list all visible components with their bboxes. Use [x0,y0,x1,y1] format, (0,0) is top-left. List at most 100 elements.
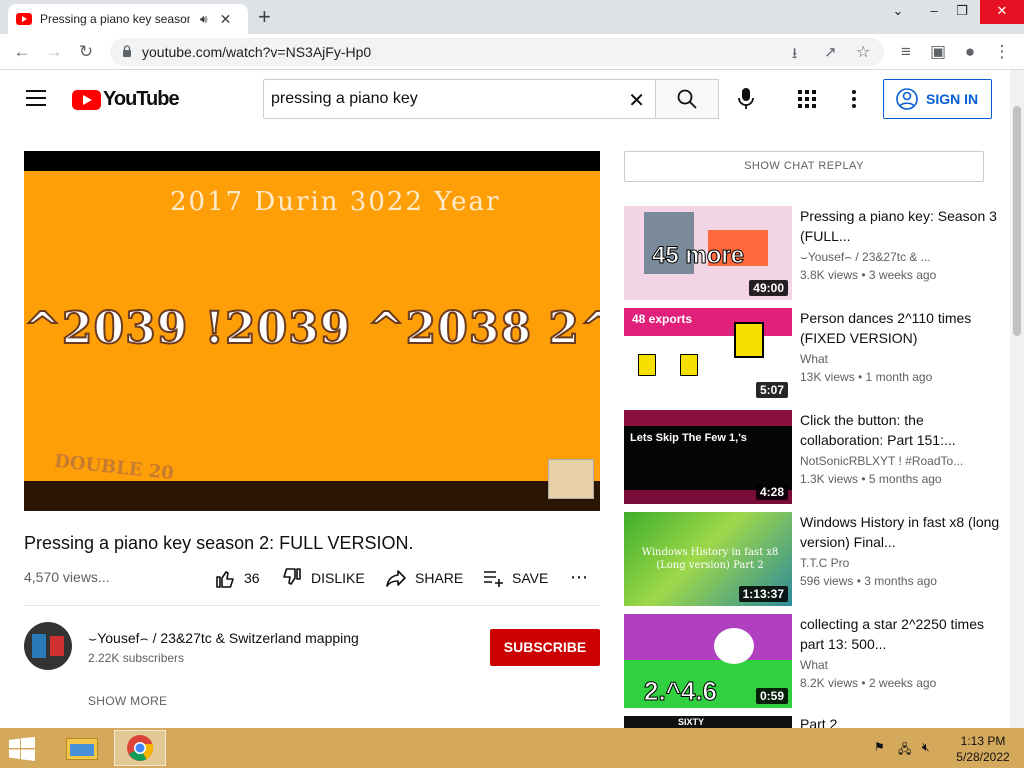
chrome-menu-icon[interactable]: ⋮ [990,40,1014,64]
forward-arrow-icon[interactable]: → [42,40,66,64]
back-arrow-icon[interactable]: ← [10,40,34,64]
network-icon[interactable]: 🖧︎ [898,740,911,761]
video-frame-text-mid: ^2039 !2039 ^2038 2^4 [24,302,600,355]
video-views[interactable]: 4,570 views... [24,569,110,585]
recommendation-thumbnail[interactable]: 48 exports 5:07 [624,308,792,402]
tab-title: Pressing a piano key season [40,12,190,26]
scrollbar-thumb[interactable] [1013,106,1021,336]
side-panel-icon[interactable]: ▣ [926,40,950,64]
speaker-icon[interactable]: 🔊︎ [200,12,208,27]
recommendation-channel[interactable]: What [800,352,828,366]
install-icon[interactable]: ⭳ [792,43,797,68]
recommendation-thumbnail[interactable]: SIXTY [624,716,792,728]
save-button[interactable]: SAVE [482,567,548,589]
video-duration: 49:00 [749,280,788,296]
recommendation-item[interactable]: Lets Skip The Few 1,'s 4:28 Click the bu… [624,410,1004,504]
address-bar[interactable]: youtube.com/watch?v=NS3AjFy-Hp0 ⭳ ↗ ☆ [110,38,884,66]
video-watermark-image [548,459,594,499]
reload-icon[interactable]: ↻ [74,40,98,64]
page-scrollbar[interactable] [1010,70,1024,728]
channel-avatar[interactable] [24,622,72,670]
hamburger-menu-icon[interactable] [26,90,46,106]
search-query: pressing a piano key [271,90,418,107]
browser-tab[interactable]: Pressing a piano key season 🔊︎ ✕ [8,4,248,34]
profile-icon[interactable]: ● [958,40,982,64]
show-more-button[interactable]: SHOW MORE [88,694,167,708]
windows-taskbar: ⚑ 🖧︎ 🔇︎ 1:13 PM 5/28/2022 [0,728,1024,768]
recommendation-thumbnail[interactable]: 2.^4.6 0:59 [624,614,792,708]
restore-button[interactable]: ❐ [944,0,980,24]
search-icon [677,89,697,109]
youtube-favicon-icon [16,13,32,25]
chrome-taskbar-icon[interactable] [114,730,166,766]
new-tab-button[interactable]: + [258,4,271,30]
share-button[interactable]: SHARE [385,567,463,589]
thumbnail-text: Lets Skip The Few 1,'s [630,432,747,444]
recommendation-channel[interactable]: T.T.C Pro [800,556,849,570]
settings-more-icon[interactable] [852,90,856,111]
close-window-button[interactable]: ✕ [980,0,1024,24]
recommendation-title[interactable]: Pressing a piano key: Season 3 (FULL... [800,206,1000,246]
recommendation-meta: 8.2K views • 2 weeks ago [800,676,937,690]
media-control-icon[interactable]: ≡ [894,40,918,64]
recommendation-meta: 596 views • 3 months ago [800,574,937,588]
thumbnail-text: Windows History in fast x8 (Long version… [641,547,779,571]
recommendation-item[interactable]: 2.^4.6 0:59 collecting a star 2^2250 tim… [624,614,1004,708]
recommendation-channel[interactable]: NotSonicRBLXYT ! #RoadTo... [800,454,963,468]
show-chat-replay-button[interactable]: SHOW CHAT REPLAY [624,151,984,182]
search-input[interactable]: pressing a piano key ✕ [263,79,656,119]
recommendation-item[interactable]: 48 exports 5:07 Person dances 2^110 time… [624,308,1004,402]
dislike-button[interactable]: DISLIKE [281,567,365,589]
recommendation-item[interactable]: 45 more 49:00 Pressing a piano key: Seas… [624,206,1004,300]
subscriber-count: 2.22K subscribers [88,651,185,665]
more-actions-icon[interactable]: ⋯ [570,567,589,588]
share-label: SHARE [415,570,464,586]
action-center-flag-icon[interactable]: ⚑ [874,740,885,754]
tab-search-chevron-icon[interactable]: ⌄ [880,0,916,24]
video-frame-text-top: 2017 Durin 3022 Year [170,187,501,217]
microphone-icon[interactable] [738,88,754,110]
youtube-logo-text: YouTube [103,88,180,110]
share-page-icon[interactable]: ↗ [824,43,837,61]
channel-name[interactable]: ⌣Yousef⌢ / 23&27tc & Switzerland mapping [88,630,359,647]
share-arrow-icon [386,570,406,587]
url-text: youtube.com/watch?v=NS3AjFy-Hp0 [142,44,372,60]
recommendation-title[interactable]: Click the button: the collaboration: Par… [800,410,1000,450]
video-duration: 0:59 [755,688,788,704]
apps-grid-icon[interactable] [798,90,816,108]
recommendation-title[interactable]: Windows History in fast x8 (long version… [800,512,1000,552]
windows-start-icon[interactable] [8,737,36,761]
close-tab-icon[interactable]: ✕ [220,11,232,28]
recommendation-meta: 1.3K views • 5 months ago [800,472,942,486]
recommendation-item[interactable]: Windows History in fast x8 (Long version… [624,512,1004,606]
thumbnail-text: 48 exports [632,312,693,326]
taskbar-clock[interactable]: 1:13 PM 5/28/2022 [950,733,1016,765]
clock-time: 1:13 PM [960,734,1006,748]
search-button[interactable] [655,79,719,119]
recommendation-title[interactable]: collecting a star 2^2250 times part 13: … [800,614,1000,654]
video-player[interactable]: 2017 Durin 3022 Year ^2039 !2039 ^2038 2… [24,151,600,511]
recommendation-thumbnail[interactable]: Windows History in fast x8 (Long version… [624,512,792,606]
youtube-logo[interactable]: YouTube [72,88,180,111]
recommendation-title[interactable]: Person dances 2^110 times (FIXED VERSION… [800,308,1000,348]
recommendation-channel[interactable]: ⌣Yousef⌢ / 23&27tc & ... [800,250,931,265]
recommendation-channel[interactable]: What [800,658,828,672]
sign-in-label: SIGN IN [926,91,979,107]
sign-in-button[interactable]: SIGN IN [883,79,992,119]
chrome-logo-icon [127,735,154,761]
youtube-play-icon [72,89,101,110]
volume-icon[interactable]: 🔇︎ [922,740,930,755]
recommendation-thumbnail[interactable]: Lets Skip The Few 1,'s 4:28 [624,410,792,504]
file-explorer-icon[interactable] [56,730,108,766]
bookmark-star-icon[interactable]: ☆ [856,42,870,62]
divider [24,605,600,606]
save-label: SAVE [512,570,549,586]
recommendation-thumbnail[interactable]: 45 more 49:00 [624,206,792,300]
recommendation-title[interactable]: Part 2 [800,716,1000,728]
recommendation-meta: 13K views • 1 month ago [800,370,933,384]
subscribe-button[interactable]: SUBSCRIBE [490,629,600,666]
recommendation-item[interactable]: SIXTY Part 2 [624,716,1004,728]
like-button[interactable]: 36 [214,567,260,589]
youtube-header: YouTube pressing a piano key ✕ SIGN IN [0,70,1010,128]
clear-search-icon[interactable]: ✕ [628,88,645,113]
